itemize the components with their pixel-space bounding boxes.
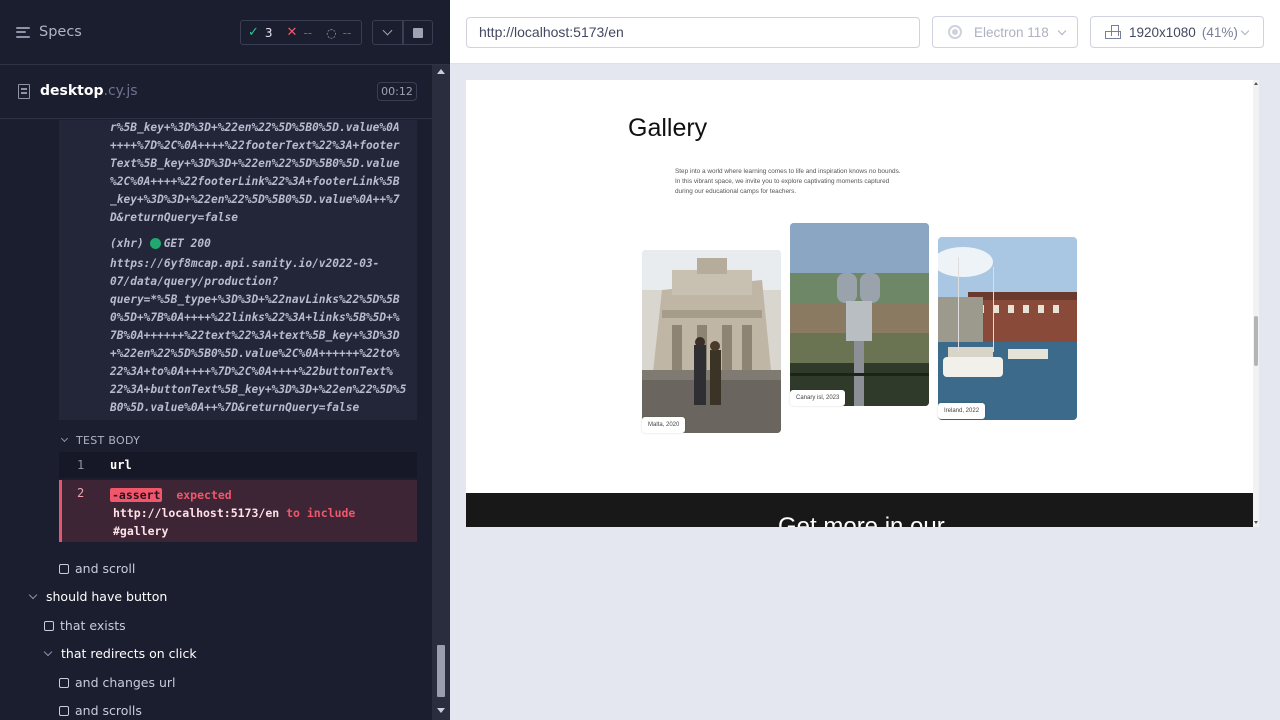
scroll-thumb[interactable] bbox=[437, 645, 445, 697]
menu-icon bbox=[16, 26, 30, 38]
failed-assert-row[interactable]: 2 -assert expected http://localhost:5173… bbox=[59, 480, 417, 542]
chevron-down-icon bbox=[1057, 26, 1067, 35]
run-duration: 00:12 bbox=[377, 82, 417, 101]
checkbox-icon bbox=[44, 620, 54, 631]
browser-selector[interactable]: Electron 118 bbox=[932, 16, 1078, 48]
scroll-up-icon[interactable] bbox=[437, 69, 445, 74]
footer-heading: Get more in our bbox=[778, 513, 945, 527]
assert-badge: -assert bbox=[110, 488, 163, 502]
chevron-down-icon bbox=[1240, 26, 1250, 35]
photo-caption: Canary isl, 2023 bbox=[790, 390, 846, 406]
building-photo-icon[interactable] bbox=[642, 250, 781, 433]
chevron-down-icon bbox=[43, 647, 53, 657]
spinner-icon: ◌ bbox=[326, 25, 337, 40]
suite-item[interactable]: that redirects on click bbox=[41, 646, 197, 661]
url-bar[interactable]: http://localhost:5173/en bbox=[466, 17, 920, 48]
reporter-panel: Specs ✓ 3 ✕ -- ◌ -- desktop.cy.js 00:12 … bbox=[0, 0, 450, 720]
test-item[interactable]: and scroll bbox=[59, 561, 135, 576]
test-item[interactable]: and scrolls bbox=[59, 703, 142, 718]
footer-section: Get more in our bbox=[466, 493, 1253, 527]
passed-stat: ✓ 3 bbox=[248, 25, 273, 40]
specs-label: Specs bbox=[39, 24, 82, 40]
photo-caption: Malta, 2020 bbox=[642, 417, 686, 433]
stop-icon bbox=[413, 27, 423, 38]
log-text-bottom: https://6yf8mcap.api.sanity.io/v2022-03-… bbox=[110, 257, 407, 414]
log-text-top: r%5B_key+%3D%3D+%22en%22%5D%5B0%5D.value… bbox=[110, 121, 400, 224]
chevron-down-icon bbox=[382, 25, 393, 36]
viewport-selector[interactable]: 1920x1080 (41%) bbox=[1090, 16, 1264, 48]
test-item[interactable]: and changes url bbox=[59, 675, 176, 690]
x-icon: ✕ bbox=[286, 25, 298, 40]
scroll-down-icon[interactable] bbox=[1254, 521, 1258, 524]
check-icon: ✓ bbox=[248, 25, 259, 40]
gallery-description: Step into a world where learning comes t… bbox=[675, 168, 901, 195]
expand-collapse-button[interactable] bbox=[372, 20, 403, 45]
harbor-photo-icon[interactable] bbox=[938, 237, 1077, 420]
test-stats: ✓ 3 ✕ -- ◌ -- bbox=[240, 20, 362, 45]
checkbox-icon bbox=[59, 705, 69, 716]
test-item[interactable]: that exists bbox=[44, 618, 126, 633]
test-body-header[interactable]: TEST BODY bbox=[59, 429, 417, 451]
chevron-down-icon bbox=[60, 434, 69, 443]
checkbox-icon bbox=[59, 677, 69, 688]
scroll-up-icon[interactable] bbox=[1254, 82, 1258, 85]
assert-message: -assert expected http://localhost:5173/e… bbox=[110, 488, 356, 538]
scroll-down-icon[interactable] bbox=[437, 708, 445, 713]
stop-button[interactable] bbox=[403, 20, 433, 45]
command-row[interactable]: 1 url bbox=[59, 452, 417, 478]
preview-scroll-thumb[interactable] bbox=[1254, 316, 1258, 366]
photo-caption: Ireland, 2022 bbox=[938, 403, 986, 419]
reporter-scrollbar[interactable] bbox=[432, 65, 450, 720]
chevron-down-icon bbox=[28, 590, 38, 600]
specs-toggle-button[interactable]: Specs bbox=[16, 24, 82, 40]
checkbox-icon bbox=[59, 563, 69, 574]
failed-stat: ✕ -- bbox=[286, 25, 313, 40]
suite-item[interactable]: should have button bbox=[26, 589, 167, 604]
binoculars-photo-icon[interactable] bbox=[790, 223, 929, 406]
spec-file-name[interactable]: desktop.cy.js bbox=[40, 83, 138, 99]
status-dot-icon bbox=[149, 238, 161, 249]
viewport-icon bbox=[1105, 25, 1121, 39]
electron-icon bbox=[948, 25, 962, 39]
gallery-title: Gallery bbox=[628, 114, 708, 142]
pending-stat: ◌ -- bbox=[326, 25, 352, 40]
preview-scrollbar[interactable] bbox=[1253, 80, 1259, 527]
xhr-entry[interactable]: (xhr) GET 200 bbox=[110, 237, 211, 250]
document-icon bbox=[18, 84, 30, 99]
